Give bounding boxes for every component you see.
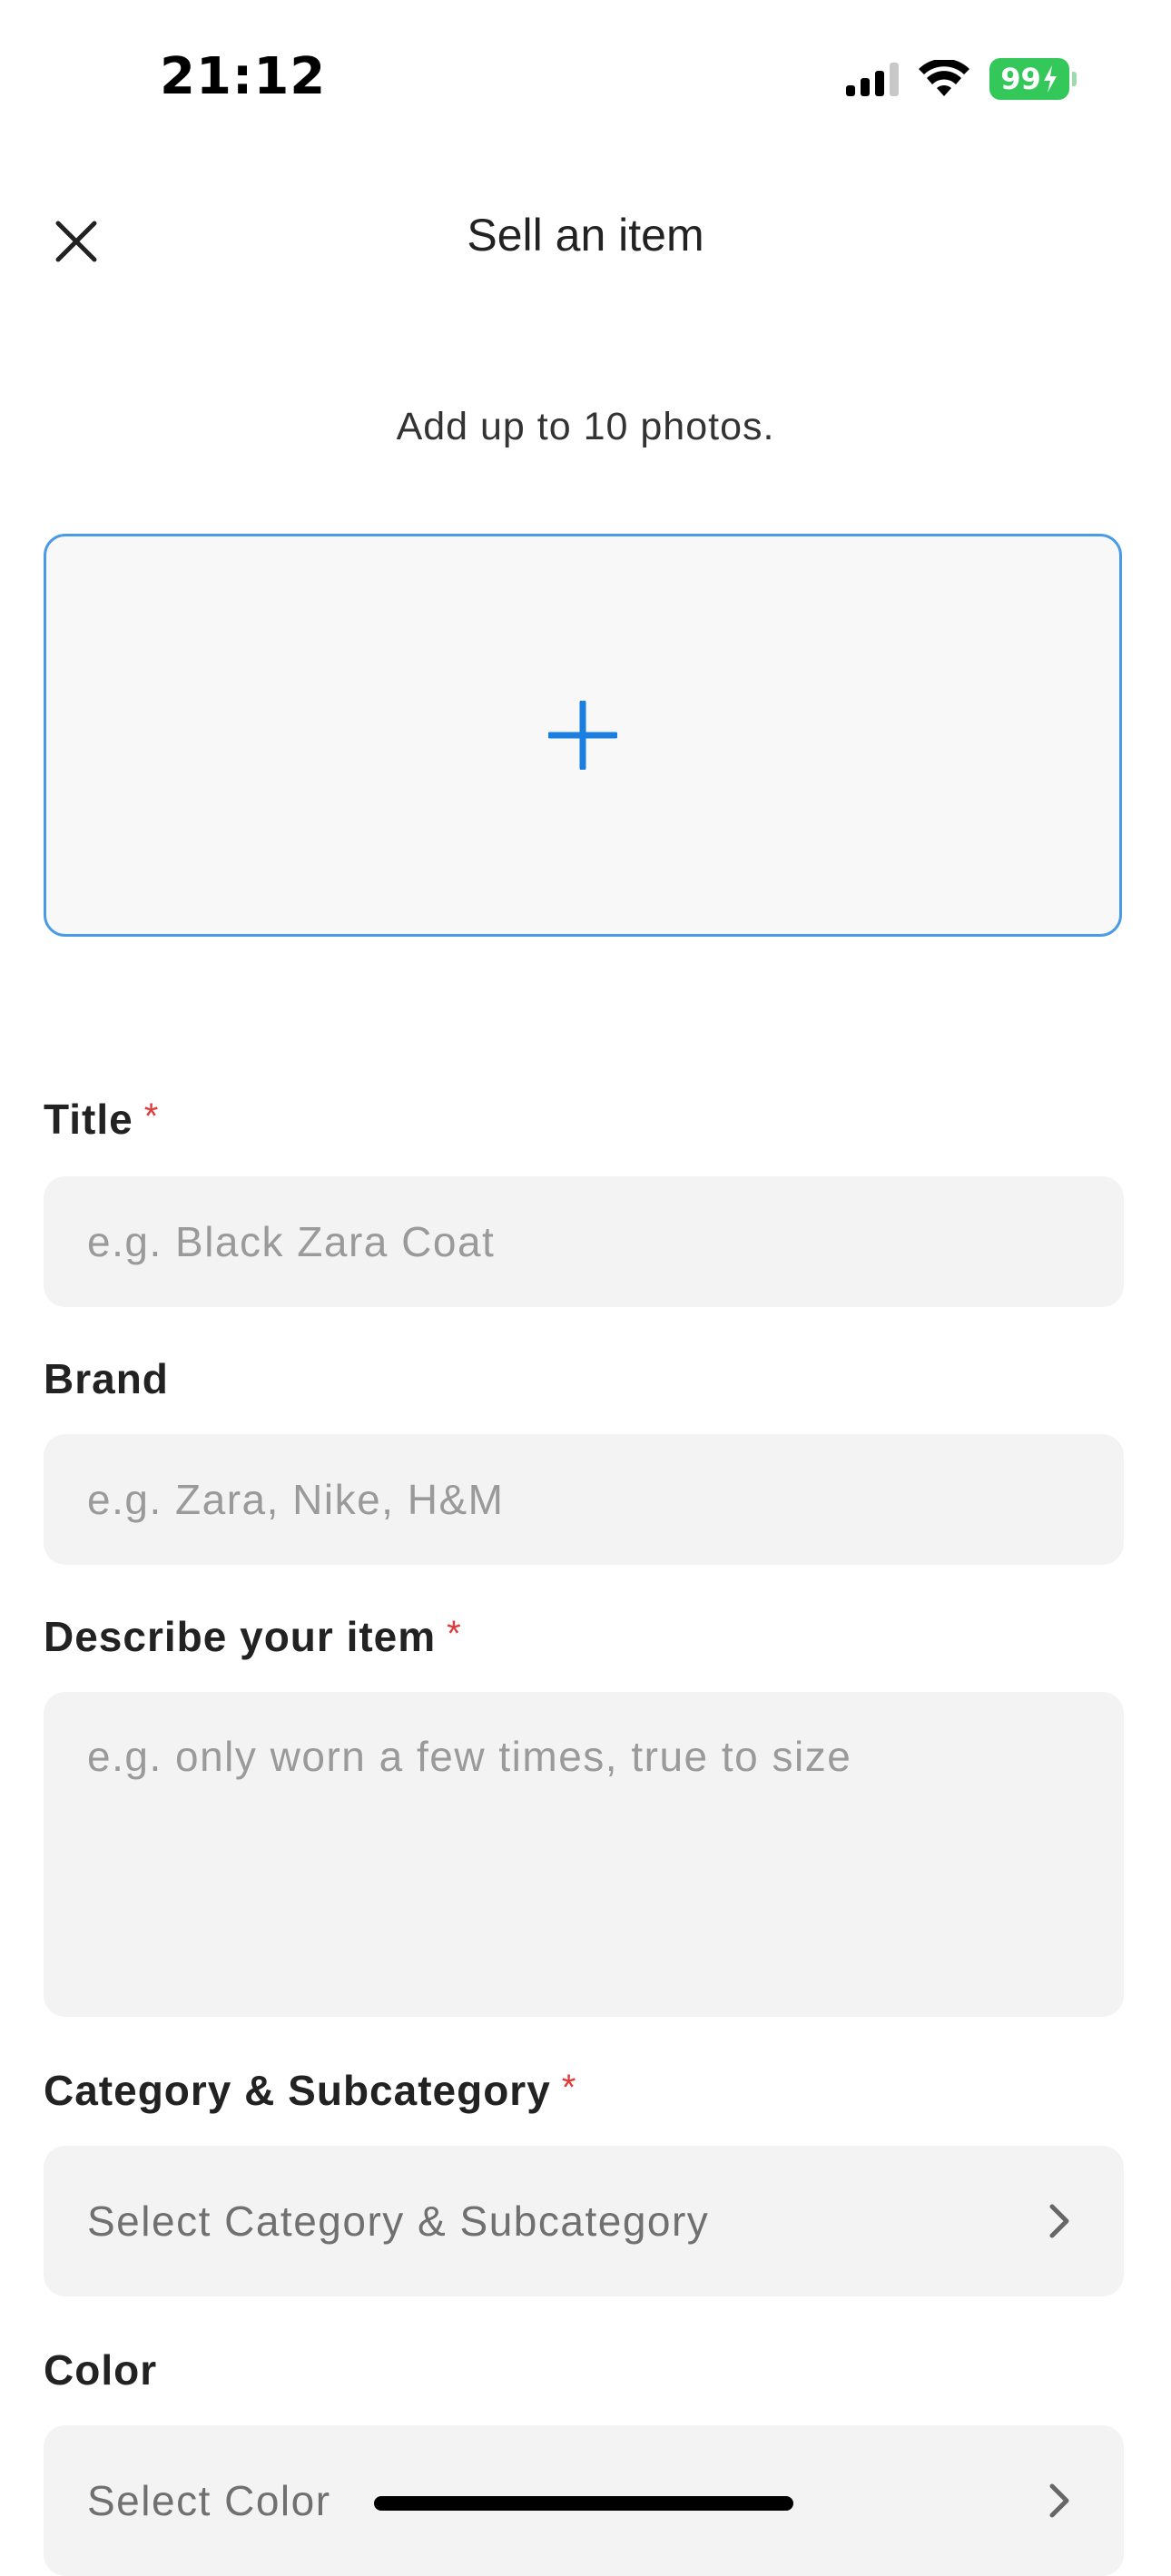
category-label: Category & Subcategory * <box>44 2067 577 2114</box>
chevron-right-icon <box>1048 2203 1071 2239</box>
description-textarea[interactable]: e.g. only worn a few times, true to size <box>44 1692 1124 2017</box>
photo-hint: Add up to 10 photos. <box>396 405 775 448</box>
status-icons: 99 <box>846 56 1077 102</box>
status-bar: 21:12 99 <box>0 0 1171 154</box>
category-select-value: Select Category & Subcategory <box>87 2197 710 2245</box>
home-indicator[interactable] <box>374 2496 793 2511</box>
description-label: Describe your item * <box>44 1613 462 1660</box>
required-mark: * <box>561 2068 577 2108</box>
brand-input[interactable]: e.g. Zara, Nike, H&M <box>44 1434 1124 1565</box>
title-input[interactable]: e.g. Black Zara Coat <box>44 1176 1124 1307</box>
chevron-right-icon <box>1048 2483 1071 2519</box>
title-placeholder: e.g. Black Zara Coat <box>87 1218 496 1265</box>
required-mark: * <box>143 1096 160 1136</box>
charging-bolt-icon <box>1043 65 1057 93</box>
wifi-icon <box>919 60 969 96</box>
plus-icon <box>548 701 617 770</box>
color-select-value: Select Color <box>87 2477 331 2524</box>
cellular-signal-icon <box>846 62 899 96</box>
status-time: 21:12 <box>160 47 327 106</box>
color-label: Color <box>44 2346 158 2394</box>
brand-placeholder: e.g. Zara, Nike, H&M <box>87 1476 505 1523</box>
header: Sell an item <box>0 182 1171 290</box>
battery-charging-icon: 99 <box>989 58 1077 100</box>
required-mark: * <box>447 1614 462 1654</box>
brand-label: Brand <box>44 1355 169 1402</box>
page-title: Sell an item <box>467 210 704 261</box>
description-placeholder: e.g. only worn a few times, true to size <box>87 1733 852 1780</box>
add-photo-button[interactable] <box>44 534 1122 937</box>
category-select[interactable]: Select Category & Subcategory <box>44 2146 1124 2296</box>
battery-level: 99 <box>1000 62 1041 96</box>
title-label: Title * <box>44 1096 160 1143</box>
